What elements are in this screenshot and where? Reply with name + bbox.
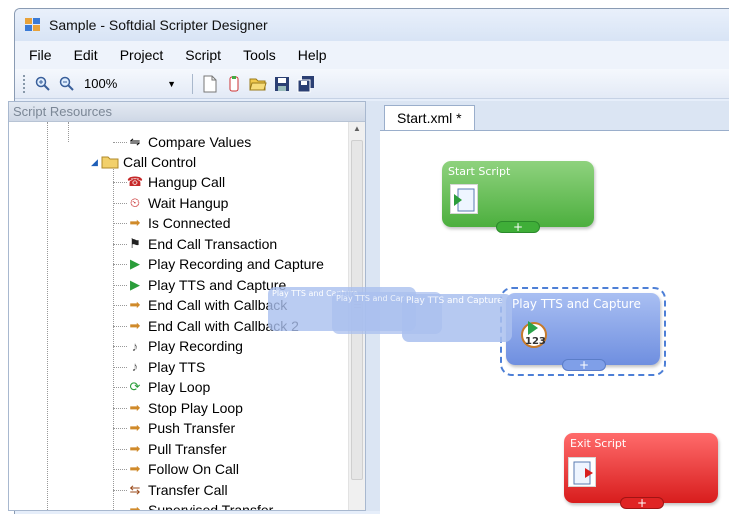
play-tts-capture-node[interactable]: Play TTS and Capture 123 + (506, 293, 660, 371)
menu-help[interactable]: Help (298, 47, 327, 63)
action-icon: ➡ (129, 399, 141, 415)
tree-item-play-recording-and-capture[interactable]: ▶ Play Recording and Capture (126, 254, 324, 274)
node-title: Start Script (448, 165, 511, 178)
expand-arrow-icon[interactable]: ◢ (91, 157, 101, 168)
tree-item-play-tts-and-capture[interactable]: ▶ Play TTS and Capture (126, 275, 286, 295)
toolbar-separator (192, 73, 193, 94)
action-icon: ➡ (129, 440, 141, 456)
node-title: Play TTS and Capture (512, 297, 641, 311)
zoom-out-icon[interactable] (56, 73, 78, 95)
start-script-node[interactable]: Start Script + (442, 161, 594, 233)
compare-icon: ⇋ (129, 134, 141, 149)
menu-file[interactable]: File (29, 47, 52, 63)
tree-item-follow-on-call[interactable]: ➡ Follow On Call (126, 459, 239, 479)
tree-item-stop-play-loop[interactable]: ➡ Stop Play Loop (126, 398, 243, 418)
window-title: Sample - Softdial Scripter Designer (49, 17, 268, 33)
zoom-select[interactable]: 100% ▼ (80, 74, 180, 94)
exit-script-node[interactable]: Exit Script + (564, 433, 718, 509)
tree-item-call-control[interactable]: ◢ Call Control (91, 152, 196, 172)
new-script-icon[interactable] (223, 73, 245, 95)
tree-item-play-recording[interactable]: ♪ Play Recording (126, 336, 243, 356)
panel-header: Script Resources (9, 102, 365, 122)
action-icon: ➡ (129, 317, 141, 333)
menu-project[interactable]: Project (120, 47, 164, 63)
node-title: Exit Script (570, 437, 627, 450)
add-connector-button[interactable]: + (496, 221, 540, 233)
play-capture-icon: ▶ (130, 276, 140, 292)
transfer-icon: ⇆ (129, 481, 141, 497)
action-icon: ➡ (129, 215, 141, 230)
tree-item-pull-transfer[interactable]: ➡ Pull Transfer (126, 439, 227, 459)
exit-script-icon (568, 457, 596, 487)
scroll-up-icon[interactable]: ▲ (353, 124, 361, 133)
action-icon: ➡ (129, 502, 141, 510)
toolbar: 100% ▼ (15, 69, 729, 99)
tab-start-xml[interactable]: Start.xml * (384, 105, 475, 132)
tree-item-play-tts[interactable]: ♪ Play TTS (126, 357, 206, 377)
menu-edit[interactable]: Edit (74, 47, 98, 63)
tree-item-play-loop[interactable]: ⟳ Play Loop (126, 377, 211, 397)
document-tabs: Start.xml * (380, 101, 729, 132)
zoom-value: 100% (84, 76, 118, 91)
tree-item-compare-values[interactable]: ⇋ Compare Values (126, 132, 252, 152)
tree-item-hangup-call[interactable]: ☎ Hangup Call (126, 172, 225, 192)
menu-script[interactable]: Script (185, 47, 221, 63)
save-icon[interactable] (271, 73, 293, 95)
tree-item-end-call-transaction[interactable]: ⚑ End Call Transaction (126, 234, 277, 254)
tree-item-supervised-transfer[interactable]: ➡ Supervised Transfer (126, 500, 274, 510)
action-icon: ➡ (129, 461, 141, 476)
title-bar: Sample - Softdial Scripter Designer (15, 9, 729, 41)
zoom-in-icon[interactable] (32, 73, 54, 95)
loop-icon: ⟳ (129, 379, 141, 394)
speaker-icon: ♪ (131, 338, 139, 354)
toolbar-grip[interactable] (23, 74, 26, 93)
speaker-icon: ♪ (131, 359, 139, 374)
add-connector-button[interactable]: + (562, 359, 606, 371)
tree-item-wait-hangup[interactable]: ⏲ Wait Hangup (126, 193, 229, 213)
play-capture-icon: 123 (518, 317, 547, 348)
svg-text:123: 123 (525, 336, 546, 347)
tree-item-transfer-call[interactable]: ⇆ Transfer Call (126, 480, 228, 500)
save-all-icon[interactable] (295, 73, 317, 95)
tree-item-push-transfer[interactable]: ➡ Push Transfer (126, 418, 236, 438)
menu-tools[interactable]: Tools (243, 47, 276, 63)
folder-icon (101, 154, 119, 170)
tree-item-is-connected[interactable]: ➡ Is Connected (126, 213, 231, 233)
menu-bar: File Edit Project Script Tools Help (15, 41, 729, 69)
wait-hangup-icon: ⏲ (129, 194, 141, 210)
play-capture-icon: ▶ (130, 256, 140, 271)
tree-item-end-call-with-callback[interactable]: ➡ End Call with Callback (126, 295, 288, 315)
chevron-down-icon[interactable]: ▼ (167, 79, 176, 89)
new-document-icon[interactable] (199, 73, 221, 95)
add-connector-button[interactable]: + (620, 497, 664, 509)
start-script-icon (450, 184, 478, 214)
action-icon: ➡ (129, 420, 141, 435)
app-icon (25, 18, 41, 32)
hangup-icon: ☎ (126, 174, 144, 189)
action-icon: ➡ (129, 297, 141, 312)
drag-ghost: Play TTS and Capture (402, 294, 512, 342)
checkered-flag-icon: ⚑ (129, 235, 141, 251)
open-folder-icon[interactable] (247, 73, 269, 95)
